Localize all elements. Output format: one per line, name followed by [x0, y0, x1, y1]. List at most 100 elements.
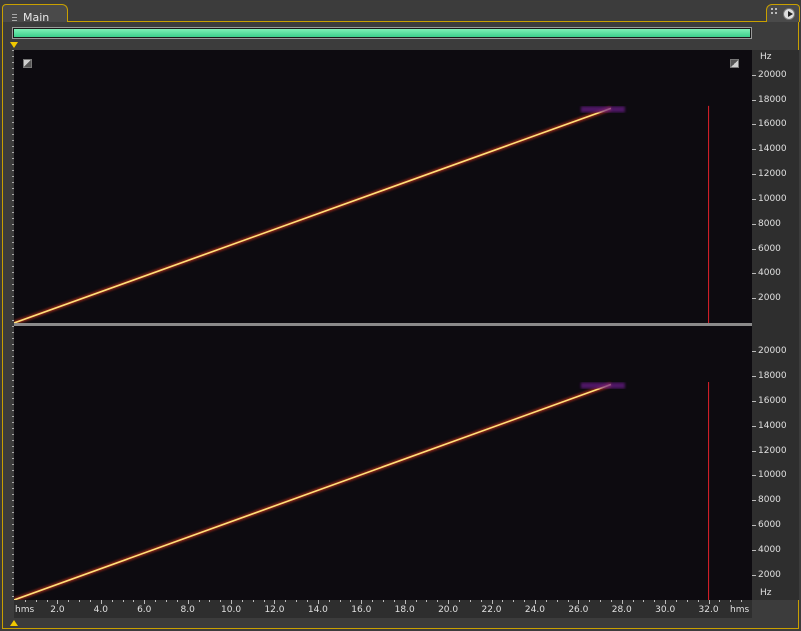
y-tick [752, 475, 756, 477]
x-minor-tick [469, 600, 471, 602]
x-minor-tick [426, 600, 428, 602]
x-tick-label: 24.0 [524, 605, 545, 615]
x-minor-tick [317, 600, 319, 602]
y-tick [752, 198, 756, 200]
x-minor-tick [155, 600, 157, 602]
y-tick-label: 20000 [758, 345, 787, 356]
x-unit-right: hms [730, 605, 750, 615]
y-tick-label: 4000 [758, 268, 781, 279]
y-tick-label: 18000 [758, 370, 787, 381]
y-tick [752, 74, 756, 76]
x-minor-tick [545, 600, 547, 602]
x-minor-tick [676, 600, 678, 602]
tab-bar-line [67, 21, 767, 22]
x-minor-tick [231, 600, 233, 602]
y-tick [752, 124, 756, 126]
sweep-artifact [580, 106, 625, 113]
x-minor-tick [241, 600, 243, 602]
y-tick [752, 174, 756, 176]
x-minor-tick [719, 600, 721, 602]
x-minor-tick [144, 600, 146, 602]
y-tick [752, 248, 756, 250]
x-minor-tick [480, 600, 482, 602]
y-tick-label: 10000 [758, 470, 787, 481]
x-minor-tick [741, 600, 743, 602]
y-tick [752, 525, 756, 527]
start-marker-icon[interactable] [10, 42, 18, 48]
y-tick [752, 575, 756, 577]
x-unit-left: hms [15, 605, 35, 615]
x-minor-tick [556, 600, 558, 602]
x-minor-tick [665, 600, 667, 602]
sweep-line [14, 383, 612, 600]
x-minor-tick [46, 600, 48, 602]
x-minor-tick [89, 600, 91, 602]
panel-menu-button[interactable] [783, 8, 795, 20]
y-tick-label: 10000 [758, 193, 787, 204]
y-tick-label: 8000 [758, 218, 781, 229]
x-minor-tick [307, 600, 309, 602]
x-minor-tick [296, 600, 298, 602]
x-minor-tick [100, 600, 102, 602]
x-minor-tick [187, 600, 189, 602]
x-minor-tick [165, 600, 167, 602]
x-minor-tick [524, 600, 526, 602]
x-tick-label: 32.0 [698, 605, 719, 615]
y-tick [752, 400, 756, 402]
overview-selection[interactable] [14, 29, 750, 37]
overview-bar[interactable] [12, 27, 752, 39]
y-tick [752, 450, 756, 452]
x-minor-tick [491, 600, 493, 602]
zoom-out-icon[interactable] [730, 59, 739, 68]
x-minor-tick [198, 600, 200, 602]
x-minor-tick [610, 600, 612, 602]
x-minor-tick [404, 600, 406, 602]
x-minor-tick [372, 600, 374, 602]
x-minor-tick [643, 600, 645, 602]
y-tick [752, 500, 756, 502]
x-minor-tick [220, 600, 222, 602]
x-tick-label: 8.0 [180, 605, 195, 615]
y-tick-label: 6000 [758, 520, 781, 531]
x-minor-tick [534, 600, 536, 602]
x-minor-tick [632, 600, 634, 602]
x-minor-tick [686, 600, 688, 602]
zoom-in-icon[interactable] [23, 59, 32, 68]
x-minor-tick [578, 600, 580, 602]
y-tick-label: 2000 [758, 570, 781, 581]
x-minor-tick [708, 600, 710, 602]
x-minor-tick [448, 600, 450, 602]
y-tick-label: 16000 [758, 119, 787, 130]
x-tick-label: 22.0 [481, 605, 502, 615]
sweep-artifact [580, 382, 625, 389]
x-minor-tick [122, 600, 124, 602]
channel-separator[interactable] [14, 323, 752, 326]
x-minor-tick [567, 600, 569, 602]
x-minor-tick [393, 600, 395, 602]
x-minor-tick [350, 600, 352, 602]
x-minor-tick [513, 600, 515, 602]
x-tick-label: 12.0 [264, 605, 285, 615]
y-tick [752, 298, 756, 300]
end-marker-icon[interactable] [10, 620, 18, 626]
y-tick [752, 350, 756, 352]
y-tick-label: 6000 [758, 243, 781, 254]
x-tick-label: 30.0 [655, 605, 676, 615]
grip-icon[interactable] [12, 14, 17, 23]
x-minor-tick [24, 600, 26, 602]
x-minor-tick [35, 600, 37, 602]
tab-main[interactable]: Main [2, 4, 68, 24]
x-minor-tick [209, 600, 211, 602]
grip-icon[interactable] [771, 8, 779, 17]
x-tick-label: 16.0 [351, 605, 372, 615]
x-minor-tick [415, 600, 417, 602]
x-minor-tick [111, 600, 113, 602]
x-tick-label: 4.0 [93, 605, 108, 615]
y-tick-label: 8000 [758, 495, 781, 506]
x-minor-tick [285, 600, 287, 602]
x-tick-label: 20.0 [438, 605, 459, 615]
y-tick-label: 16000 [758, 395, 787, 406]
x-minor-tick [252, 600, 254, 602]
x-minor-tick [458, 600, 460, 602]
y-tick-label: 12000 [758, 445, 787, 456]
